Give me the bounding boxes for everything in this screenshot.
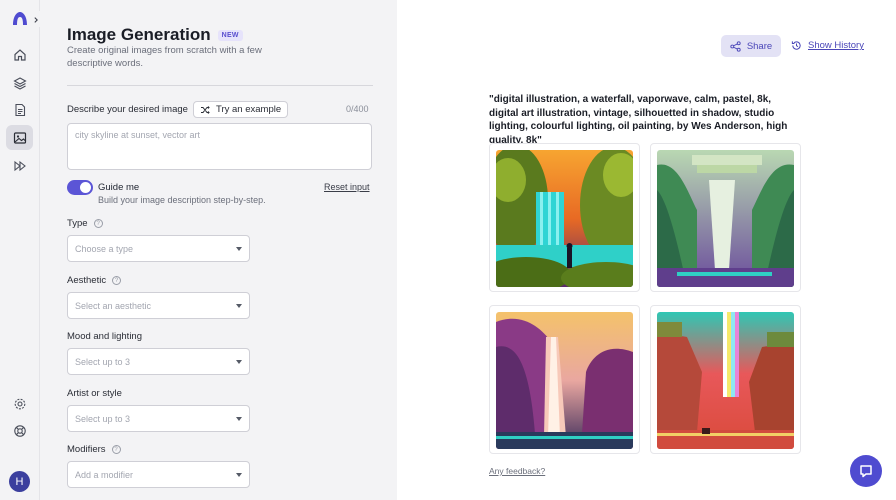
artist-select[interactable]: Select up to 3	[67, 405, 250, 432]
new-badge: NEW	[217, 29, 243, 41]
show-history-link[interactable]: Show History	[791, 40, 864, 51]
reset-input-link[interactable]: Reset input	[324, 182, 370, 192]
aesthetic-label: Aesthetic?	[67, 275, 122, 286]
generated-image	[496, 150, 633, 287]
divider	[67, 85, 373, 86]
share-button[interactable]: Share	[721, 35, 781, 57]
page-subtitle: Create original images from scratch with…	[67, 45, 262, 69]
character-counter: 0/400	[346, 104, 369, 114]
aesthetic-select[interactable]: Select an aesthetic	[67, 292, 250, 319]
artist-label: Artist or style	[67, 388, 122, 399]
help-icon[interactable]: ?	[93, 219, 103, 228]
share-label: Share	[746, 40, 773, 52]
page-title: Image Generation	[67, 25, 211, 44]
title-row: Image Generation NEW	[67, 25, 243, 45]
mood-select[interactable]: Select up to 3	[67, 348, 250, 375]
chevron-right-icon	[34, 17, 38, 23]
prompt-text: "digital illustration, a waterfall, vapo…	[489, 94, 788, 146]
description-label: Describe your desired image	[67, 104, 188, 115]
chevron-down-icon	[236, 416, 242, 421]
show-history-label: Show History	[808, 40, 864, 51]
left-rail: H	[0, 0, 40, 500]
image-icon[interactable]	[6, 125, 33, 150]
try-example-button[interactable]: Try an example	[193, 101, 288, 118]
logo-icon[interactable]	[11, 10, 29, 26]
document-icon[interactable]	[6, 97, 33, 122]
artist-label-text: Artist or style	[67, 388, 122, 399]
settings-icon[interactable]	[6, 391, 33, 416]
type-label: Type?	[67, 218, 103, 229]
generated-image-card[interactable]	[489, 305, 640, 454]
aesthetic-label-text: Aesthetic	[67, 275, 107, 286]
generated-image	[496, 312, 633, 449]
modifiers-label-text: Modifiers	[67, 444, 106, 455]
chevron-down-icon	[236, 303, 242, 308]
fast-forward-icon[interactable]	[6, 153, 33, 178]
results-area: Share Show History "digital illustration…	[397, 0, 896, 500]
generated-image	[657, 150, 794, 287]
guide-me-label: Guide me	[98, 182, 140, 193]
guide-me-toggle[interactable]	[67, 180, 93, 195]
help-icon[interactable]: ?	[112, 276, 122, 285]
modifiers-select-value: Add a modifier	[75, 469, 134, 480]
chat-icon	[860, 465, 872, 478]
mood-label-text: Mood and lighting	[67, 331, 142, 342]
layers-icon[interactable]	[6, 70, 33, 95]
artist-select-value: Select up to 3	[75, 413, 131, 424]
share-icon	[730, 40, 741, 52]
feedback-link[interactable]: Any feedback?	[489, 466, 545, 476]
generated-image	[657, 312, 794, 449]
home-icon[interactable]	[6, 42, 33, 67]
mood-label: Mood and lighting	[67, 331, 142, 342]
chevron-down-icon	[236, 472, 242, 477]
generation-form-panel: Image Generation NEW Create original ima…	[41, 0, 397, 500]
guide-me-description: Build your image description step-by-ste…	[98, 195, 266, 205]
generated-image-card[interactable]	[489, 143, 640, 292]
type-select[interactable]: Choose a type	[67, 235, 250, 262]
mood-select-value: Select up to 3	[75, 356, 131, 367]
generated-image-card[interactable]	[650, 143, 801, 292]
modifiers-select[interactable]: Add a modifier	[67, 461, 250, 488]
history-icon	[791, 41, 801, 50]
try-example-label: Try an example	[216, 104, 282, 115]
type-select-value: Choose a type	[75, 243, 134, 254]
avatar[interactable]: H	[9, 471, 30, 492]
generated-image-card[interactable]	[650, 305, 801, 454]
type-label-text: Type	[67, 218, 88, 229]
shuffle-icon	[201, 105, 210, 114]
chat-button[interactable]	[850, 455, 882, 487]
help-ring-icon[interactable]	[6, 418, 33, 443]
chevron-down-icon	[236, 359, 242, 364]
help-icon[interactable]: ?	[111, 445, 121, 454]
chevron-down-icon	[236, 246, 242, 251]
modifiers-label: Modifiers?	[67, 444, 121, 455]
aesthetic-select-value: Select an aesthetic	[75, 300, 152, 311]
description-input[interactable]: city skyline at sunset, vector art	[67, 123, 372, 170]
